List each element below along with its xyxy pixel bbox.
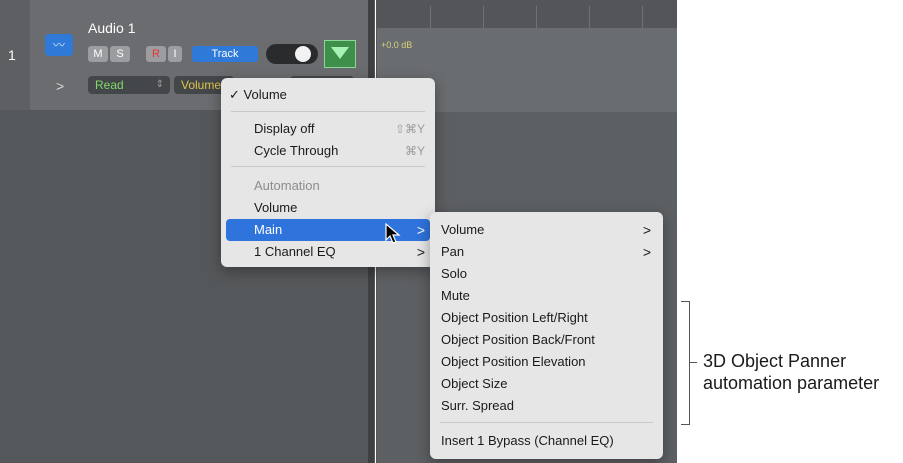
- menu-item-channel-eq[interactable]: 1 Channel EQ >: [221, 241, 435, 263]
- submenu-item-mute[interactable]: Mute: [430, 285, 663, 307]
- ruler-tick: [589, 6, 590, 28]
- annotation-callout: 3D Object Panner automation parameter: [703, 350, 879, 394]
- menu-item-cycle-through[interactable]: Cycle Through ⌘Y: [221, 140, 435, 162]
- menu-item-label: Cycle Through: [254, 143, 339, 158]
- toggle-knob: [295, 46, 311, 62]
- main-submenu: Volume > Pan > Solo Mute Object Position…: [430, 212, 663, 459]
- down-triangle-icon: [331, 47, 349, 59]
- annotation-line-1: 3D Object Panner: [703, 351, 847, 371]
- checkmark-icon: ✓: [229, 87, 240, 102]
- submenu-item-label: Insert 1 Bypass (Channel EQ): [441, 433, 614, 448]
- menu-item-label: ✓ Volume: [229, 84, 287, 106]
- ruler-tick: [642, 6, 643, 28]
- ruler-tick: [483, 6, 484, 28]
- ruler-tick: [536, 6, 537, 28]
- menu-section-header-automation: Automation: [221, 175, 435, 197]
- submenu-item-object-position-back-front[interactable]: Object Position Back/Front: [430, 329, 663, 351]
- track-on-off-toggle[interactable]: [266, 44, 318, 64]
- mouse-pointer-icon: [385, 223, 401, 244]
- track-number-column: 1: [0, 0, 30, 110]
- menu-item-display-off[interactable]: Display off ⇧⌘Y: [221, 118, 435, 140]
- ruler[interactable]: [377, 0, 677, 28]
- keyboard-shortcut: ⌘Y: [404, 144, 425, 158]
- menu-separator: [440, 422, 653, 423]
- submenu-item-insert-bypass[interactable]: Insert 1 Bypass (Channel EQ): [430, 430, 663, 452]
- submenu-item-label: Object Position Left/Right: [441, 310, 588, 325]
- track-name[interactable]: Audio 1: [88, 20, 135, 36]
- disclosure-chevron-icon[interactable]: >: [56, 78, 64, 94]
- menu-item-volume-checked[interactable]: ✓ Volume: [221, 84, 435, 106]
- annotation-bracket: [681, 301, 690, 425]
- solo-button[interactable]: S: [110, 46, 130, 62]
- submenu-item-label: Pan: [441, 244, 465, 259]
- chevron-right-icon: >: [642, 244, 651, 260]
- up-down-arrows-icon: ⇕: [155, 79, 164, 90]
- submenu-item-object-size[interactable]: Object Size: [430, 373, 663, 395]
- input-monitor-button[interactable]: I: [168, 46, 182, 62]
- submenu-item-label: Mute: [441, 288, 470, 303]
- menu-item-label: 1 Channel EQ: [254, 244, 336, 259]
- waveform-icon: 〰: [45, 34, 73, 56]
- track-arm-icon[interactable]: [324, 40, 356, 68]
- submenu-item-volume[interactable]: Volume >: [430, 219, 663, 241]
- record-enable-button[interactable]: R: [146, 46, 166, 62]
- submenu-item-surr-spread[interactable]: Surr. Spread: [430, 395, 663, 417]
- mute-button[interactable]: M: [88, 46, 108, 62]
- automation-parameter-value: Volume: [181, 78, 222, 92]
- menu-item-label: Volume: [254, 200, 298, 215]
- automation-parameter-menu: ✓ Volume Display off ⇧⌘Y Cycle Through ⌘…: [221, 78, 435, 267]
- menu-separator: [231, 111, 425, 112]
- chevron-right-icon: >: [416, 244, 425, 260]
- annotation-bracket-tick: [689, 362, 697, 363]
- automation-mode-select[interactable]: Read ⇕: [88, 76, 170, 94]
- submenu-item-label: Volume: [441, 222, 485, 237]
- submenu-item-label: Object Position Back/Front: [441, 332, 595, 347]
- automation-mode-value: Read: [95, 78, 124, 92]
- gain-readout: +0.0 dB: [381, 40, 413, 50]
- menu-item-volume[interactable]: Volume: [221, 197, 435, 219]
- submenu-item-label: Object Size: [441, 376, 508, 391]
- menu-header-label: Automation: [254, 178, 320, 193]
- chevron-right-icon: >: [416, 222, 425, 238]
- submenu-item-object-position-elevation[interactable]: Object Position Elevation: [430, 351, 663, 373]
- menu-item-label: Display off: [254, 121, 315, 136]
- submenu-item-label: Object Position Elevation: [441, 354, 586, 369]
- menu-item-volume-label: Volume: [243, 87, 287, 102]
- submenu-item-solo[interactable]: Solo: [430, 263, 663, 285]
- menu-separator: [231, 166, 425, 167]
- track-button[interactable]: Track: [192, 46, 258, 62]
- keyboard-shortcut: ⇧⌘Y: [394, 122, 425, 136]
- submenu-item-object-position-left-right[interactable]: Object Position Left/Right: [430, 307, 663, 329]
- annotation-line-2: automation parameter: [703, 373, 880, 393]
- submenu-item-pan[interactable]: Pan >: [430, 241, 663, 263]
- chevron-right-icon: >: [642, 222, 651, 238]
- menu-item-label: Main: [254, 222, 283, 237]
- submenu-item-label: Solo: [441, 266, 468, 281]
- submenu-item-label: Surr. Spread: [441, 398, 514, 413]
- track-number: 1: [8, 47, 16, 63]
- ruler-tick: [430, 6, 431, 28]
